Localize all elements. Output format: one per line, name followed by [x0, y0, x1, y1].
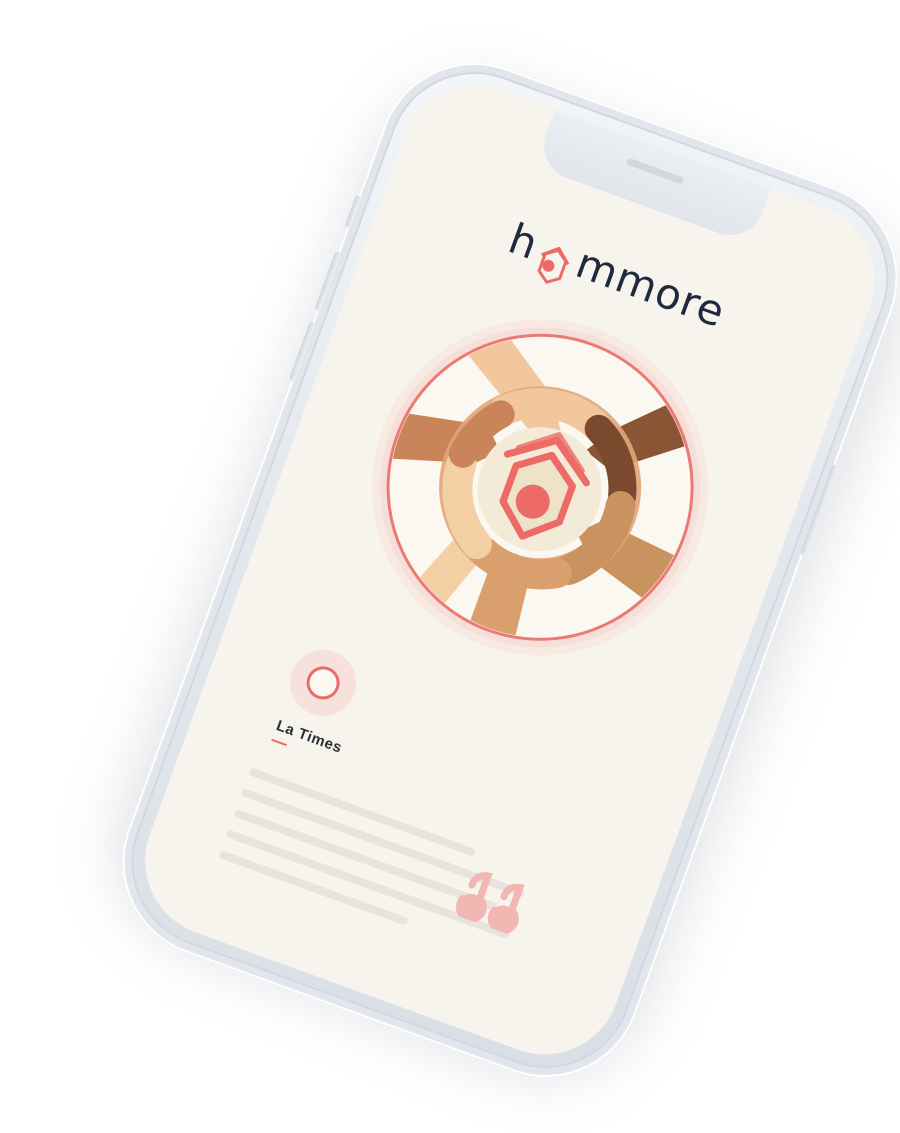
- source-underline: [271, 738, 287, 747]
- speaker-grille: [625, 157, 685, 185]
- testimonial-source-name: La Times: [273, 717, 345, 757]
- logo-text-suffix: mmore: [569, 238, 732, 338]
- quote-text-line: [248, 767, 477, 857]
- source-avatar[interactable]: [281, 641, 366, 726]
- stage: h mmore La Times: [0, 0, 900, 1133]
